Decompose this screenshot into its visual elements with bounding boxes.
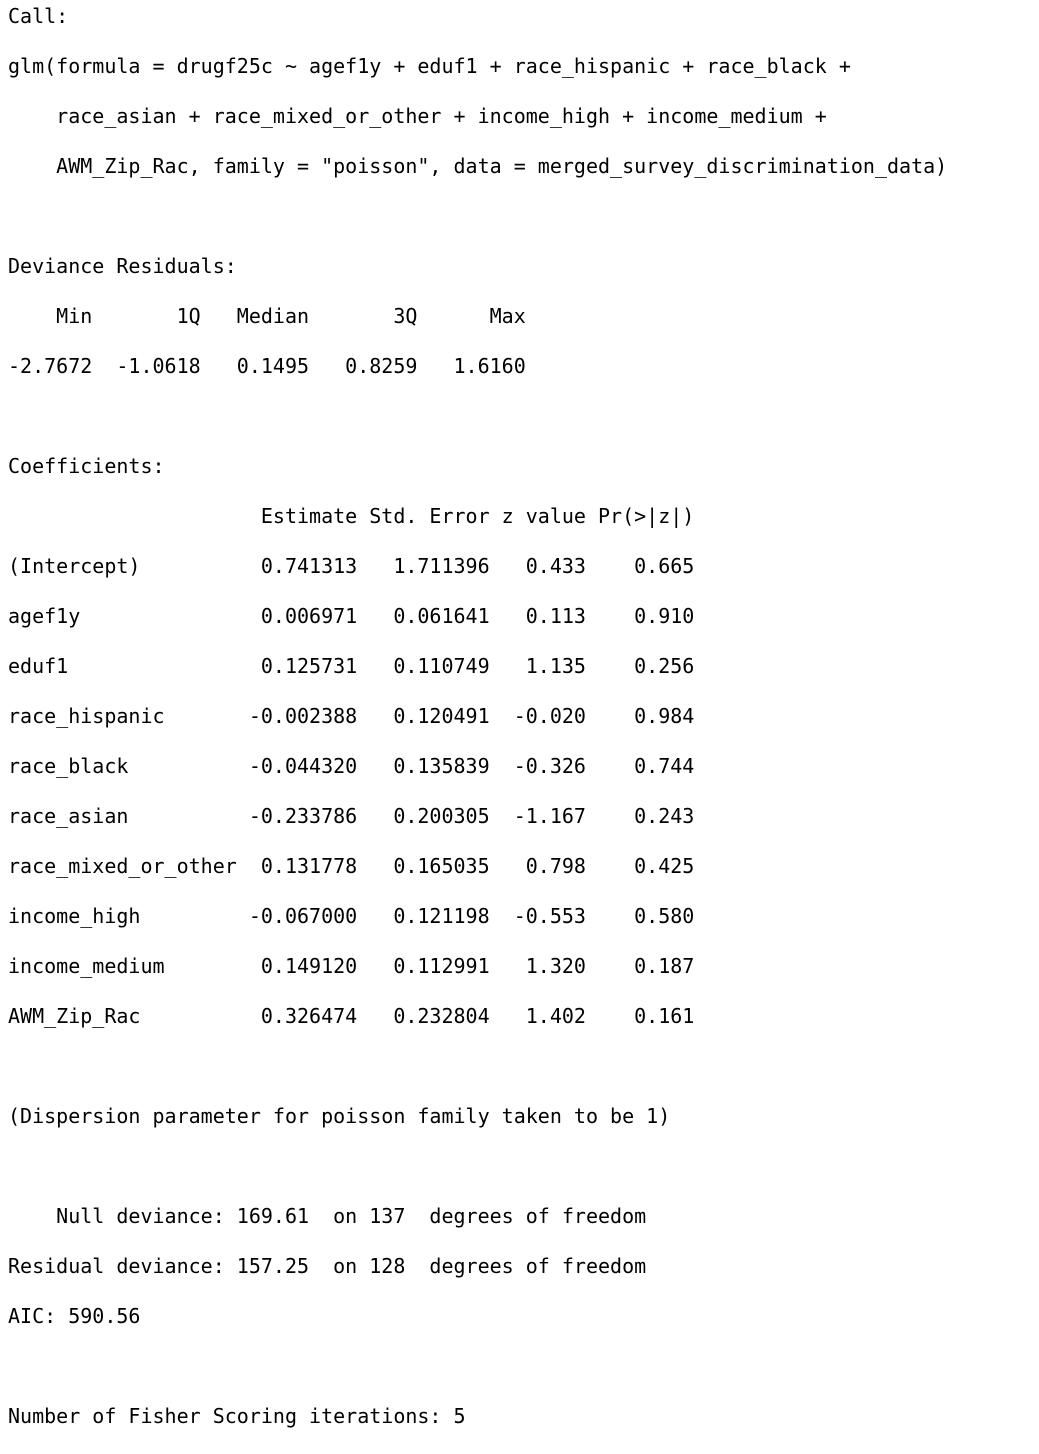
coefficients-heading: Coefficients:: [8, 454, 165, 478]
call-heading: Call:: [8, 4, 69, 28]
coefficient-row: race_black -0.044320 0.135839 -0.326 0.7…: [8, 754, 695, 778]
dispersion-note: (Dispersion parameter for poisson family…: [8, 1104, 671, 1128]
coefficient-row: AWM_Zip_Rac 0.326474 0.232804 1.402 0.16…: [8, 1004, 695, 1028]
coefficients-header-row: Estimate Std. Error z value Pr(>|z|): [8, 504, 695, 528]
coefficient-row: agef1y 0.006971 0.061641 0.113 0.910: [8, 604, 695, 628]
call-formula-line-2: race_asian + race_mixed_or_other + incom…: [8, 104, 839, 128]
call-formula-line-1: glm(formula = drugf25c ~ agef1y + eduf1 …: [8, 54, 863, 78]
call-formula-line-3: AWM_Zip_Rac, family = "poisson", data = …: [8, 154, 948, 178]
aic-line: AIC: 590.56: [8, 1304, 141, 1328]
coefficient-row: income_high -0.067000 0.121198 -0.553 0.…: [8, 904, 695, 928]
coefficient-row: income_medium 0.149120 0.112991 1.320 0.…: [8, 954, 695, 978]
coefficient-row: race_hispanic -0.002388 0.120491 -0.020 …: [8, 704, 695, 728]
null-deviance-line: Null deviance: 169.61 on 137 degrees of …: [8, 1204, 647, 1228]
r-console-output: Call: glm(formula = drugf25c ~ agef1y + …: [8, 4, 947, 1454]
deviance-residuals-header-row: Min 1Q Median 3Q Max: [8, 304, 550, 328]
deviance-residuals-values-row: -2.7672 -1.0618 0.1495 0.8259 1.6160: [8, 354, 550, 378]
coefficient-row: eduf1 0.125731 0.110749 1.135 0.256: [8, 654, 695, 678]
coefficient-row: (Intercept) 0.741313 1.711396 0.433 0.66…: [8, 554, 695, 578]
coefficient-row: race_mixed_or_other 0.131778 0.165035 0.…: [8, 854, 695, 878]
residual-deviance-line: Residual deviance: 157.25 on 128 degrees…: [8, 1254, 647, 1278]
deviance-residuals-heading: Deviance Residuals:: [8, 254, 249, 278]
coefficient-row: race_asian -0.233786 0.200305 -1.167 0.2…: [8, 804, 695, 828]
fisher-iterations-line: Number of Fisher Scoring iterations: 5: [8, 1404, 466, 1428]
